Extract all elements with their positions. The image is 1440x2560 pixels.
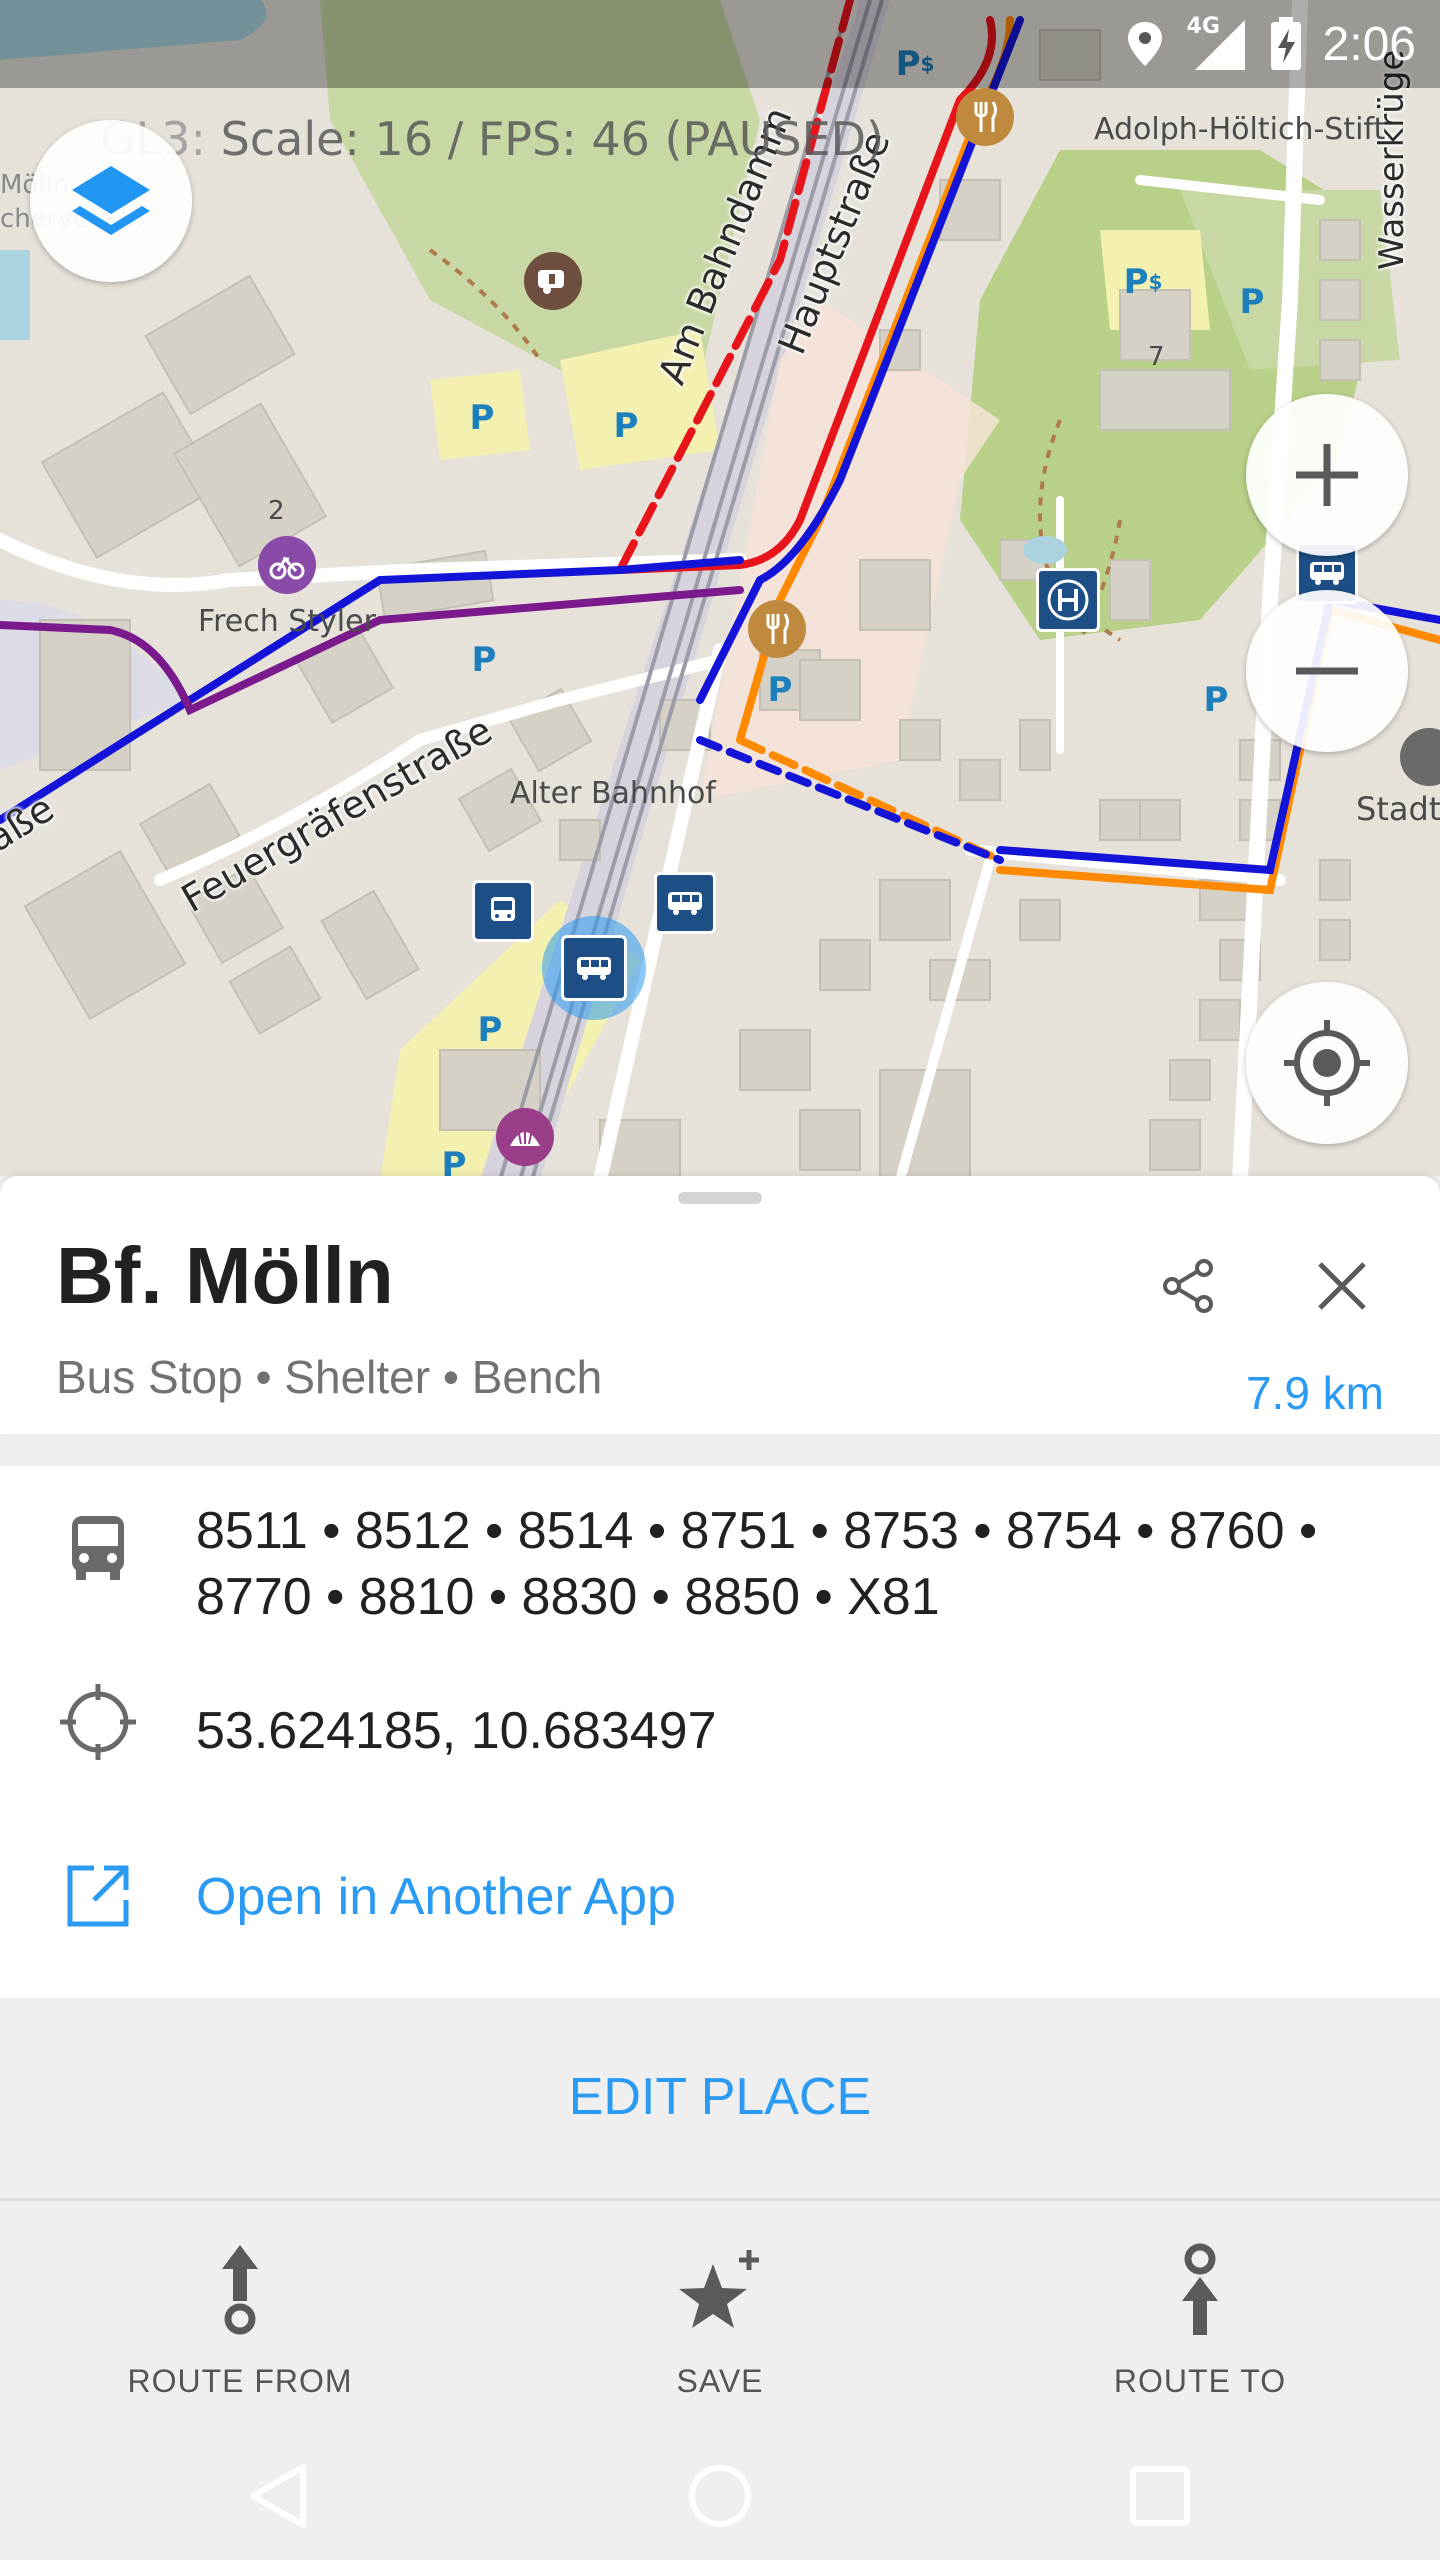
- bottom-action-bar: ROUTE FROM SAVE ROUTE TO: [0, 2198, 1440, 2423]
- parking-icon[interactable]: P: [470, 1010, 510, 1050]
- distance-label: 7.9 km: [1245, 1367, 1384, 1419]
- routes-row: 8511 • 8512 • 8514 • 8751 • 8753 • 8754 …: [0, 1466, 1440, 1636]
- minus-icon: [1296, 667, 1358, 675]
- hospital-icon[interactable]: [1036, 568, 1100, 632]
- bicycle-shop-icon[interactable]: [258, 536, 316, 594]
- back-triangle-icon: [250, 2464, 306, 2528]
- location-pin-icon: [1127, 22, 1162, 66]
- route-to-label: ROUTE TO: [1113, 2363, 1287, 2399]
- cell-signal-icon: 4G: [1187, 14, 1247, 72]
- parking-icon[interactable]: P: [1196, 680, 1236, 720]
- map-canvas: [0, 0, 1440, 1180]
- open-in-another-app-link[interactable]: Open in Another App: [196, 1864, 676, 1930]
- map-label-alter-bahnhof: Alter Bahnhof: [510, 776, 716, 811]
- routes-line-2: 8770 • 8810 • 8830 • 8850 • X81: [196, 1568, 940, 1626]
- tram-stop-icon[interactable]: [472, 880, 534, 942]
- parking-icon[interactable]: P: [606, 406, 646, 446]
- open-in-another-app-row[interactable]: Open in Another App: [0, 1826, 1440, 1966]
- drag-handle[interactable]: [678, 1192, 762, 1204]
- place-header: Bf. Mölln Bus Stop • Shelter • Bench 7.9…: [0, 1176, 1440, 1434]
- paid-parking-icon[interactable]: P $: [1118, 262, 1168, 302]
- map-label-house-number-7: 7: [1148, 342, 1165, 372]
- routes-line-1: 8511 • 8512 • 8514 • 8751 • 8753 • 8754 …: [196, 1502, 1318, 1560]
- plus-icon: [1296, 444, 1358, 506]
- route-from-button[interactable]: ROUTE FROM: [0, 2201, 480, 2423]
- zoom-out-button[interactable]: [1246, 590, 1408, 752]
- nav-recents-button[interactable]: [1100, 2448, 1220, 2544]
- layers-button[interactable]: [30, 120, 192, 282]
- edit-place-button[interactable]: EDIT PLACE: [0, 1998, 1440, 2196]
- close-button[interactable]: [1306, 1250, 1378, 1322]
- route-from-label: ROUTE FROM: [127, 2363, 353, 2399]
- restaurant-icon[interactable]: [956, 88, 1014, 146]
- parking-icon[interactable]: P: [1232, 282, 1272, 322]
- parking-icon[interactable]: P: [464, 640, 504, 680]
- nav-back-button[interactable]: [220, 2448, 340, 2544]
- home-circle-icon: [689, 2465, 751, 2527]
- crosshair-icon: [1284, 1020, 1370, 1106]
- place-subtitle: Bus Stop • Shelter • Bench: [56, 1351, 603, 1403]
- nav-home-button[interactable]: [660, 2448, 780, 2544]
- system-navigation-bar: [0, 2424, 1440, 2560]
- open-external-icon: [56, 1854, 140, 1938]
- status-time: 2:06: [1322, 17, 1416, 71]
- share-icon: [1163, 1259, 1213, 1313]
- parking-icon[interactable]: P: [462, 398, 502, 438]
- bakery-icon[interactable]: [496, 1108, 554, 1166]
- selected-bus-stop-marker[interactable]: [542, 916, 646, 1020]
- my-location-button[interactable]: [1246, 982, 1408, 1144]
- route-to-button[interactable]: ROUTE TO: [960, 2201, 1440, 2423]
- status-bar: 4G 2:06: [0, 0, 1440, 88]
- place-details: 8511 • 8512 • 8514 • 8751 • 8753 • 8754 …: [0, 1466, 1440, 1998]
- route-from-icon: [222, 2245, 258, 2335]
- parking-icon[interactable]: P: [760, 670, 800, 710]
- bus-stop-icon[interactable]: [654, 872, 716, 934]
- coordinates-text: 53.624185, 10.683497: [196, 1702, 717, 1760]
- save-label: SAVE: [676, 2363, 764, 2399]
- place-title: Bf. Mölln: [56, 1231, 394, 1320]
- map-label-adolph-hoeltich-stift: Adolph-Höltich-Stift: [1094, 112, 1386, 147]
- map-label-frech-styler: Frech Styler: [198, 604, 376, 639]
- coordinates-row[interactable]: 53.624185, 10.683497: [0, 1666, 1440, 1796]
- caravan-icon[interactable]: [524, 252, 582, 310]
- recents-square-icon: [1130, 2466, 1190, 2526]
- map-label-stadt: Stadth: [1356, 790, 1440, 828]
- debug-overlay: GL3: Scale: 16 / FPS: 46 (PAUSED): [100, 112, 884, 166]
- bus-icon: [56, 1506, 140, 1590]
- save-button[interactable]: SAVE: [480, 2201, 960, 2423]
- star-add-icon: [679, 2250, 759, 2328]
- map-view[interactable]: Am Bahndamm Hauptstraße Feuergräfenstraß…: [0, 0, 1440, 1180]
- map-label-house-number-2: 2: [268, 496, 285, 526]
- crosshair-icon: [56, 1680, 140, 1764]
- routes-text: 8511 • 8512 • 8514 • 8751 • 8753 • 8754 …: [196, 1498, 1317, 1630]
- place-bottom-sheet: Bf. Mölln Bus Stop • Shelter • Bench 7.9…: [0, 1176, 1440, 2560]
- restaurant-icon[interactable]: [748, 600, 806, 658]
- battery-charging-icon: [1270, 17, 1301, 70]
- route-to-icon: [1182, 2243, 1218, 2335]
- debug-text: Scale: 16 / FPS: 46 (PAUSED): [220, 112, 885, 166]
- zoom-in-button[interactable]: [1246, 394, 1408, 556]
- close-icon: [1318, 1262, 1366, 1310]
- layers-icon: [72, 166, 150, 235]
- share-button[interactable]: [1152, 1250, 1224, 1322]
